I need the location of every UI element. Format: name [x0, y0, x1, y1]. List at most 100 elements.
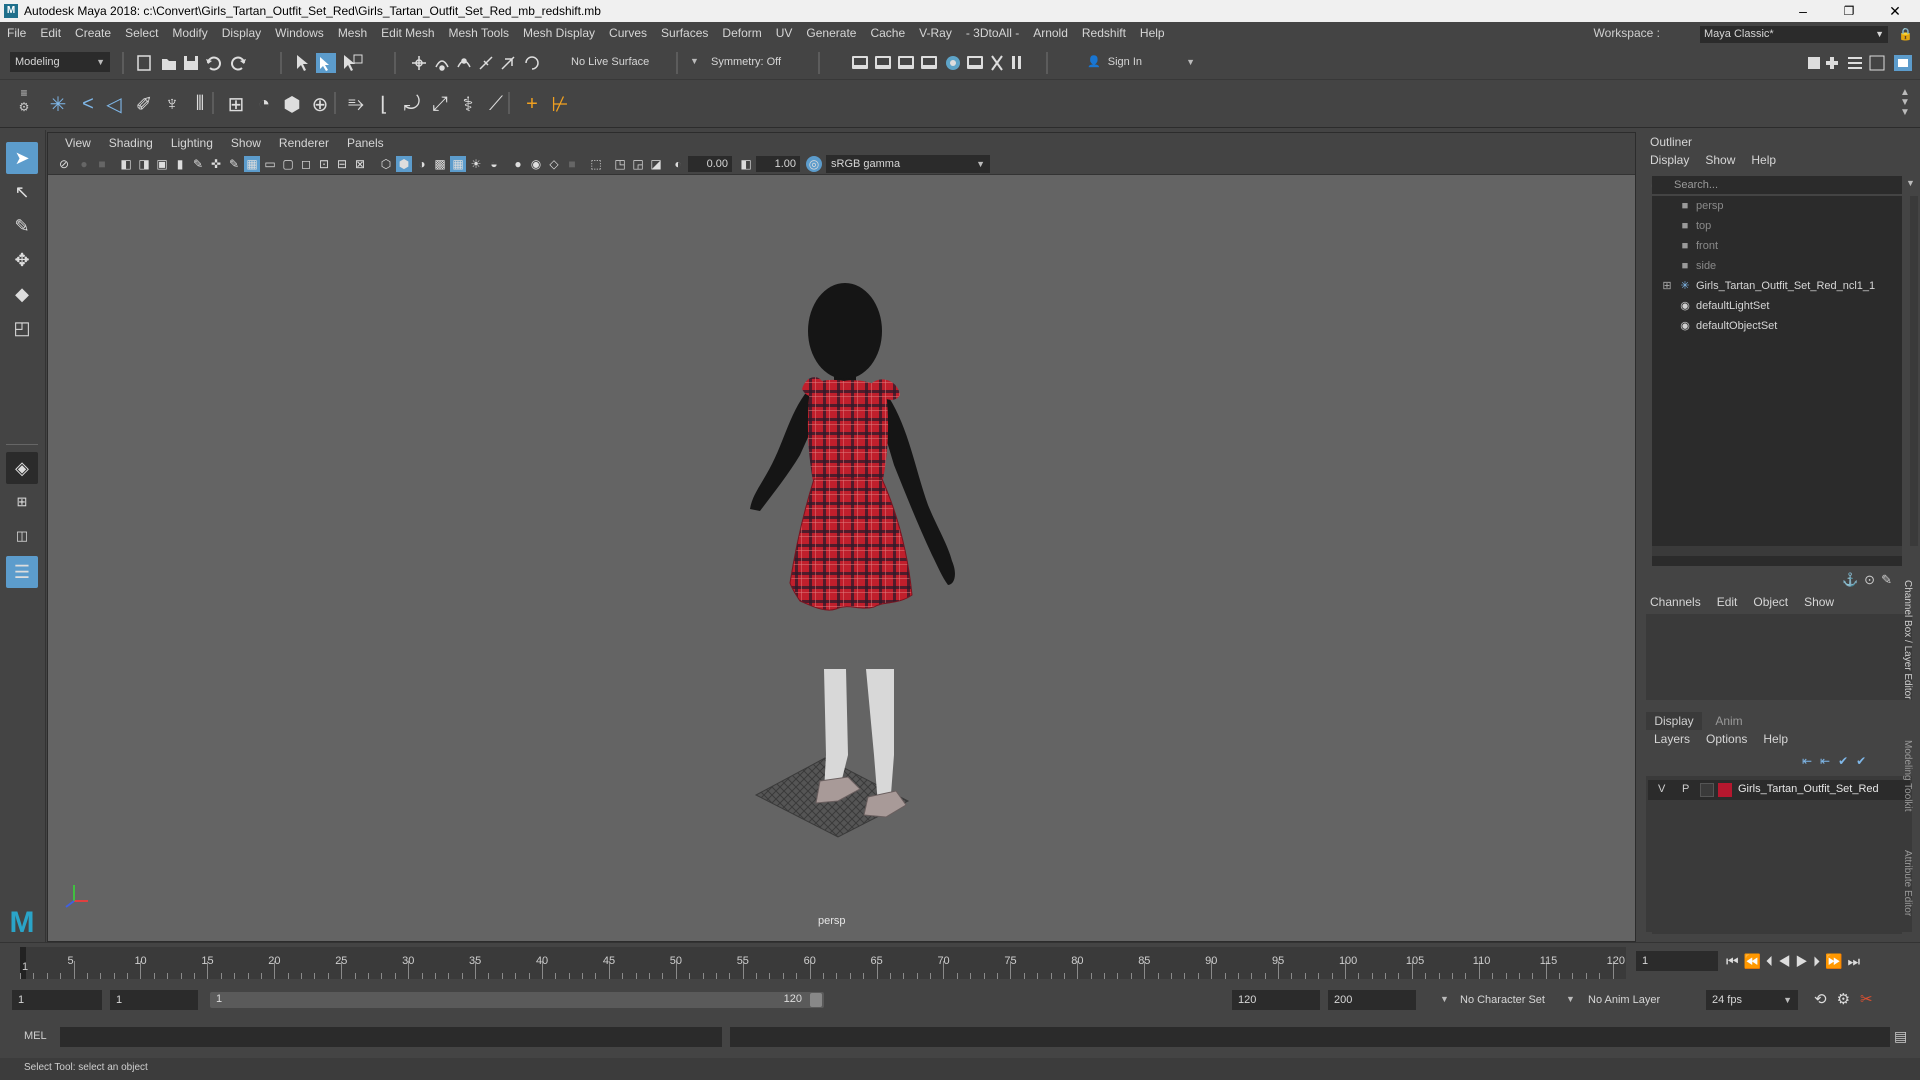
time-slider-track[interactable]: 1 5 10 15 20 25 30 35 40 45 50 55 60 65 70 75 80 85 90 95 10…	[20, 947, 1626, 979]
hud-icon[interactable]: ◲	[630, 156, 646, 172]
chevron-down-icon[interactable]: ▼	[1906, 178, 1915, 188]
animation-end-field[interactable]: 200	[1328, 990, 1416, 1010]
file-tools-icons[interactable]	[136, 54, 266, 72]
smooth-shade-icon[interactable]: ⬢	[396, 156, 412, 172]
menu-surfaces[interactable]: Surfaces	[654, 26, 715, 40]
tab-channel-box-layer-editor[interactable]: Channel Box / Layer Editor	[1902, 580, 1913, 700]
layer-tools-icons[interactable]: ⇤⇤✔✔	[1802, 754, 1874, 768]
playback-controls[interactable]: ⏮⏪⏴◀▶⏵⏩⏭	[1726, 953, 1865, 970]
camera-attr-icon[interactable]: ◧	[118, 156, 134, 172]
layer-row[interactable]: V P Girls_Tartan_Outfit_Set_Red	[1648, 780, 1910, 800]
extrude-icon[interactable]: ⥱	[342, 90, 370, 118]
color-space-dropdown[interactable]: sRGB gamma ▼	[826, 155, 990, 173]
panel-toggle-icons[interactable]	[1806, 53, 1916, 73]
grid-icon[interactable]: ▦	[244, 156, 260, 172]
paint-select-icon[interactable]: ✎	[6, 210, 38, 242]
outliner-menu-help[interactable]: Help	[1751, 153, 1792, 167]
menu-display[interactable]: Display	[215, 26, 268, 40]
viewport-menu-show[interactable]: Show	[222, 136, 270, 150]
layer-type-toggle[interactable]	[1700, 783, 1714, 797]
command-input[interactable]	[60, 1027, 722, 1047]
outliner-item[interactable]: ◉ defaultObjectSet	[1652, 316, 1902, 336]
safe-action-icon[interactable]: ⊟	[334, 156, 350, 172]
playback-start-field[interactable]: 1	[110, 990, 198, 1010]
backface-icon[interactable]: ◇	[546, 156, 562, 172]
menu-modify[interactable]: Modify	[165, 26, 214, 40]
lasso-tool-icon[interactable]: ↖	[6, 176, 38, 208]
viewport-menu-lighting[interactable]: Lighting	[162, 136, 222, 150]
menu-generate[interactable]: Generate	[799, 26, 863, 40]
menu-cache[interactable]: Cache	[863, 26, 912, 40]
outliner-search-input[interactable]: Search...	[1652, 176, 1902, 194]
ambient-occlusion-icon[interactable]: ◒	[486, 156, 502, 172]
shelf-options-icon[interactable]: ≡ ⚙	[14, 86, 34, 122]
isolate-select-icon[interactable]: ⬚	[588, 156, 604, 172]
paint-tool-icon[interactable]: ✐	[130, 90, 158, 118]
minimize-button[interactable]: –	[1780, 0, 1826, 22]
safe-title-icon[interactable]: ⊠	[352, 156, 368, 172]
channel-menu-show[interactable]: Show	[1804, 595, 1850, 609]
lock-camera-icon[interactable]: ●	[76, 156, 92, 172]
viewport-menu-view[interactable]: View	[56, 136, 100, 150]
viewport-canvas[interactable]: persp	[48, 175, 1635, 941]
move-tool-icon[interactable]: ✥	[6, 244, 38, 276]
maximize-button[interactable]: ❐	[1826, 0, 1872, 22]
viewport-menu-shading[interactable]: Shading	[100, 136, 162, 150]
chevron-down-icon[interactable]: ▼	[690, 56, 699, 66]
layer-visibility-toggle[interactable]: V	[1658, 783, 1665, 795]
menu-uv[interactable]: UV	[769, 26, 800, 40]
field-chart-icon[interactable]: ⊡	[316, 156, 332, 172]
outliner-item[interactable]: ◉ defaultLightSet	[1652, 296, 1902, 316]
menu-3dtoall[interactable]: - 3DtoAll -	[959, 26, 1026, 40]
playback-end-field[interactable]: 120	[1232, 990, 1320, 1010]
script-language-toggle[interactable]: MEL	[24, 1030, 47, 1042]
sign-in-button[interactable]: 👤 Sign In ▼	[1080, 52, 1200, 72]
menu-create[interactable]: Create	[68, 26, 118, 40]
film-gate-icon[interactable]: ▭	[262, 156, 278, 172]
four-view-icon[interactable]: ⊞	[6, 486, 38, 518]
symmetry-dropdown[interactable]: Symmetry: Off	[706, 52, 806, 72]
poly-sphere-icon[interactable]: ✳	[44, 90, 72, 118]
shelf-scroll-icon[interactable]: ▲ ▼ ▼	[1898, 88, 1912, 118]
chevron-down-icon[interactable]: ▼	[1440, 994, 1449, 1004]
color-management-icon[interactable]: ◎	[806, 156, 822, 172]
grease-pencil-icon[interactable]: ✎	[190, 156, 206, 172]
exposure-field[interactable]: 0.00	[688, 156, 732, 172]
layer-menu-help[interactable]: Help	[1763, 732, 1804, 746]
snap-tools-icons[interactable]	[410, 53, 555, 73]
menu-set-dropdown[interactable]: Modeling ▼	[10, 52, 110, 72]
bookmark-icon[interactable]: ■	[94, 156, 110, 172]
joint-tool-icon[interactable]: ⫴	[186, 90, 214, 118]
2d-pan-icon[interactable]: ▮	[172, 156, 188, 172]
tab-attribute-editor[interactable]: Attribute Editor	[1902, 850, 1913, 916]
xray-active-icon[interactable]: ◳	[612, 156, 628, 172]
textured-icon[interactable]: ▩	[432, 156, 448, 172]
chevron-down-icon[interactable]: ▼	[1566, 994, 1575, 1004]
menu-file[interactable]: File	[0, 26, 33, 40]
outliner-item[interactable]: ■ front	[1652, 236, 1902, 256]
image-plane-icon[interactable]: ▣	[154, 156, 170, 172]
character-model[interactable]	[48, 175, 1635, 941]
viewport-menu-panels[interactable]: Panels	[338, 136, 393, 150]
outliner-hscrollbar[interactable]	[1652, 546, 1902, 556]
workspace-dropdown[interactable]: Maya Classic* ▼	[1700, 26, 1888, 43]
skeleton-icon[interactable]: ♆	[158, 90, 186, 118]
loop-and-key-icons[interactable]: ⟲⚙✂	[1814, 990, 1883, 1008]
outliner-item[interactable]: ⊞ ✳ Girls_Tartan_Outfit_Set_Red_ncl1_1	[1652, 276, 1902, 296]
lattice-icon[interactable]: ⊞	[222, 90, 250, 118]
menu-help[interactable]: Help	[1133, 26, 1172, 40]
lock-icon[interactable]: 🔒	[1898, 27, 1913, 43]
outliner-menu-show[interactable]: Show	[1705, 153, 1751, 167]
wire-on-shaded-icon[interactable]: ◑	[414, 156, 430, 172]
scale-box-icon[interactable]: ⤢	[426, 90, 454, 118]
layer-hscrollbar[interactable]	[1652, 924, 1902, 934]
menu-edit[interactable]: Edit	[33, 26, 68, 40]
live-surface-field[interactable]: No Live Surface	[566, 52, 666, 72]
two-view-icon[interactable]: ◫	[6, 520, 38, 552]
outliner-scrollbar[interactable]	[1910, 196, 1918, 546]
channel-menu-object[interactable]: Object	[1753, 595, 1804, 609]
gamma-icon[interactable]: ◧	[738, 156, 754, 172]
custom-tool-icon[interactable]: ⊬	[546, 90, 574, 118]
selection-mask-icons[interactable]	[294, 53, 374, 73]
bevel-icon[interactable]: ⌊	[370, 90, 398, 118]
